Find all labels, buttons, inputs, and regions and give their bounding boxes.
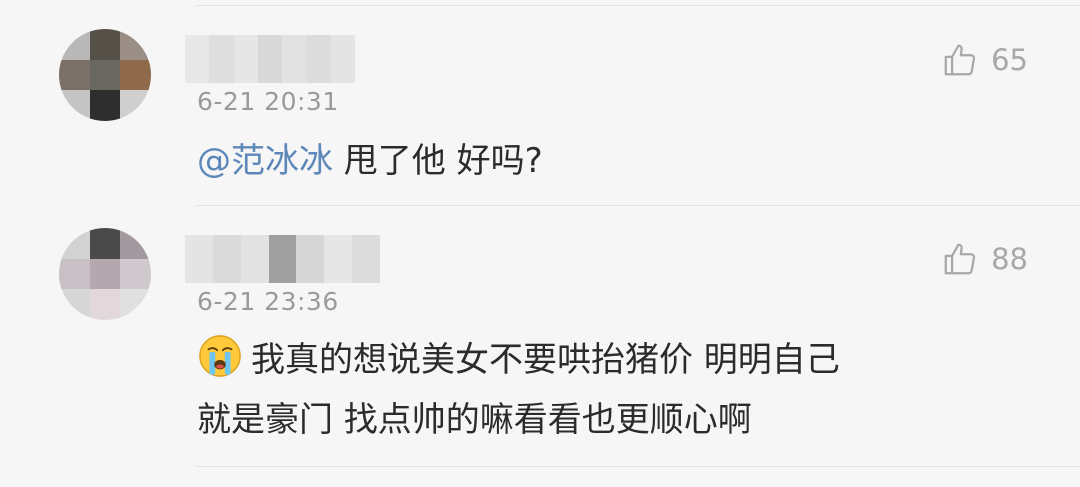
avatar-pixel (120, 289, 151, 320)
username-blurred[interactable] (185, 235, 381, 283)
like-count: 88 (991, 242, 1028, 276)
username-pixel (185, 35, 210, 83)
username-pixel (324, 235, 353, 283)
avatar-pixel (59, 90, 90, 121)
comment-line: 我真的想说美女不要哄抬猪价 明明自己 (197, 330, 840, 390)
username-pixel (257, 35, 283, 83)
username-pixel (240, 235, 269, 283)
avatar-pixel (89, 228, 121, 259)
username-blurred[interactable] (185, 35, 355, 83)
avatar-pixel (59, 289, 90, 320)
avatar-pixel (120, 258, 151, 290)
comment-text: 我真的想说美女不要哄抬猪价 明明自己 就是豪门 找点帅的嘛看看也更顺心啊 (197, 330, 840, 450)
avatar-pixel (120, 29, 151, 60)
comment-text: @范冰冰 甩了他 好吗? (197, 131, 543, 191)
avatar-pixel (120, 90, 151, 121)
avatar[interactable] (59, 29, 151, 121)
username-pixel (185, 235, 213, 283)
comment-body-line-2: 就是豪门 找点帅的嘛看看也更顺心啊 (197, 400, 752, 440)
username-pixel (296, 235, 325, 283)
username-pixel (282, 35, 307, 83)
username-pixel (352, 235, 381, 283)
thumbs-up-icon (944, 243, 976, 275)
crying-face-icon (199, 335, 241, 377)
comment-timestamp: 6-21 20:31 (197, 87, 339, 116)
top-divider (195, 5, 1080, 6)
avatar-pixel (89, 289, 121, 320)
avatar-pixel (120, 228, 151, 259)
avatar[interactable] (59, 228, 151, 320)
comment-divider (195, 205, 1080, 206)
username-pixel (212, 235, 241, 283)
thumbs-up-icon (944, 44, 976, 76)
avatar-pixel (59, 258, 90, 290)
like-button[interactable]: 65 (941, 40, 1028, 80)
avatar-pixel (59, 59, 90, 91)
comment-timestamp: 6-21 23:36 (197, 287, 339, 316)
username-pixel (330, 35, 355, 83)
avatar-pixel (89, 90, 121, 121)
username-pixel (209, 35, 234, 83)
username-pixel (268, 235, 297, 283)
avatar-pixel (89, 258, 121, 290)
bottom-divider (195, 466, 1080, 467)
avatar-pixel (59, 228, 90, 259)
username-pixel (306, 35, 331, 83)
comment-body-line-1: 我真的想说美女不要哄抬猪价 明明自己 (251, 340, 840, 380)
avatar-pixel (89, 29, 121, 60)
avatar-pixel (89, 59, 121, 91)
avatar-pixel (120, 59, 151, 91)
comment-body: 甩了他 好吗? (333, 141, 543, 181)
like-count: 65 (991, 43, 1028, 77)
username-pixel (233, 35, 258, 83)
like-button[interactable]: 88 (941, 239, 1028, 279)
avatar-pixel (59, 29, 90, 60)
mention-link[interactable]: @范冰冰 (197, 141, 333, 181)
